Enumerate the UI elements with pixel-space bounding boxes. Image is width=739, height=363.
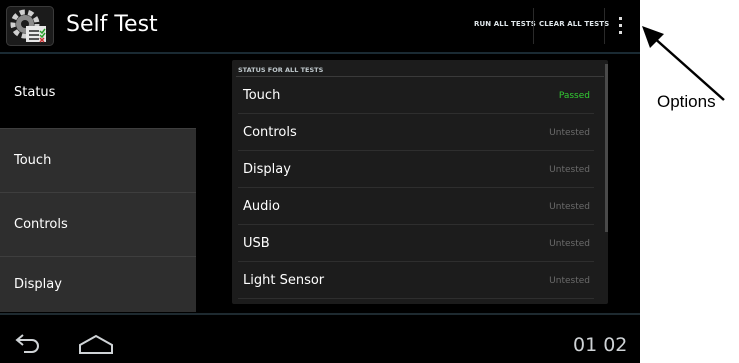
home-icon[interactable] xyxy=(76,333,116,355)
test-list-sidebar: Status Touch Controls Display xyxy=(0,60,196,312)
status-badge: Untested xyxy=(549,202,590,212)
options-callout-label: Options xyxy=(657,92,716,111)
sidebar-item-label: Status xyxy=(14,84,56,100)
test-name: Controls xyxy=(243,125,297,140)
divider xyxy=(533,8,534,44)
status-badge: Untested xyxy=(549,276,590,286)
divider xyxy=(604,8,605,44)
test-row-audio[interactable]: Audio Untested xyxy=(232,188,600,225)
sidebar-item-label: Display xyxy=(14,277,62,292)
sidebar-item-label: Touch xyxy=(14,153,52,168)
sidebar-item-touch[interactable]: Touch xyxy=(0,128,196,192)
test-name: USB xyxy=(243,236,270,251)
panel-header: STATUS FOR ALL TESTS xyxy=(238,66,324,74)
sidebar-item-status[interactable]: Status xyxy=(0,60,196,124)
test-row-usb[interactable]: USB Untested xyxy=(232,225,600,262)
sidebar-item-controls[interactable]: Controls xyxy=(0,192,196,256)
test-row-controls[interactable]: Controls Untested xyxy=(232,114,600,151)
test-name: Audio xyxy=(243,199,280,214)
test-name: Display xyxy=(243,162,291,177)
device-screen: Self Test RUN ALL TESTS CLEAR ALL TESTS … xyxy=(0,0,640,363)
test-row-display[interactable]: Display Untested xyxy=(232,151,600,188)
sidebar-item-display[interactable]: Display xyxy=(0,256,196,312)
overflow-menu-icon[interactable] xyxy=(614,14,628,38)
status-badge: Untested xyxy=(549,128,590,138)
back-icon[interactable] xyxy=(14,331,42,353)
clock: 01 02 xyxy=(573,334,628,356)
sidebar-item-label: Controls xyxy=(14,217,68,232)
test-row-light-sensor[interactable]: Light Sensor Untested xyxy=(232,262,600,299)
scrollbar[interactable] xyxy=(605,64,608,232)
action-bar: Self Test RUN ALL TESTS CLEAR ALL TESTS xyxy=(0,0,640,54)
test-name: Touch xyxy=(243,88,281,103)
system-nav-bar: 01 02 xyxy=(0,313,640,363)
test-name: Light Sensor xyxy=(243,273,325,288)
status-badge: Passed xyxy=(558,91,590,101)
status-panel: STATUS FOR ALL TESTS Touch Passed Contro… xyxy=(232,60,608,304)
clear-all-tests-button[interactable]: CLEAR ALL TESTS xyxy=(539,20,609,28)
page-title: Self Test xyxy=(66,12,158,37)
run-all-tests-button[interactable]: RUN ALL TESTS xyxy=(474,20,536,28)
status-badge: Untested xyxy=(549,239,590,249)
test-row-touch[interactable]: Touch Passed xyxy=(232,77,600,114)
settings-checklist-icon[interactable] xyxy=(6,6,54,46)
status-badge: Untested xyxy=(549,165,590,175)
